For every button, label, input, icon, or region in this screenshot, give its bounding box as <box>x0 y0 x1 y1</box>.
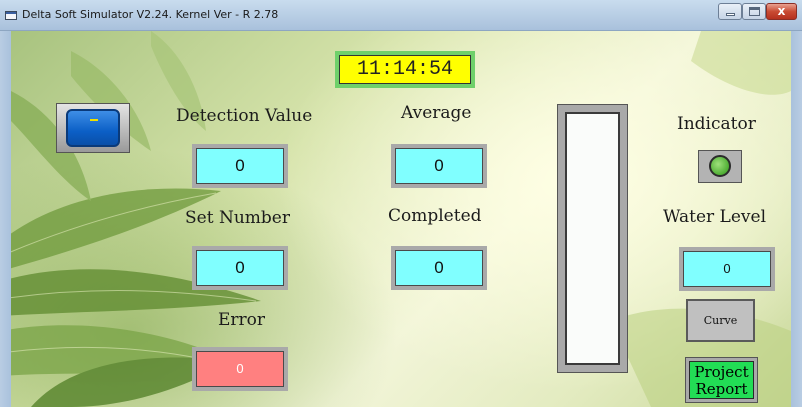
water-level-label: Water Level <box>663 207 767 227</box>
window-frame-right <box>791 31 802 407</box>
app-icon <box>5 11 17 20</box>
indicator-lamp-icon <box>709 155 731 177</box>
water-level-text: 0 <box>683 251 771 287</box>
start-button[interactable] <box>56 103 130 153</box>
close-icon[interactable]: x <box>766 3 797 20</box>
window-frame-left <box>0 31 11 407</box>
indicator-lamp-frame <box>698 150 742 183</box>
completed-display: 0 <box>391 246 487 290</box>
set-number-input[interactable]: 0 <box>192 246 288 290</box>
clock-display: 11:14:54 <box>335 51 475 88</box>
start-button-face <box>66 109 120 147</box>
detection-value-display: 0 <box>192 144 288 188</box>
maximize-icon[interactable] <box>742 3 766 20</box>
simulator-panel: 11:14:54 Detection Value Average Set Num… <box>11 31 791 407</box>
window-title-bar: Delta Soft Simulator V2.24. Kernel Ver -… <box>0 0 802 31</box>
set-number-text: 0 <box>196 250 284 286</box>
detection-value-label: Detection Value <box>176 106 313 126</box>
detection-value-text: 0 <box>196 148 284 184</box>
project-report-label-line2: Report <box>695 380 748 398</box>
minimize-icon[interactable] <box>718 3 742 20</box>
completed-label: Completed <box>388 206 482 226</box>
error-text: 0 <box>196 351 284 387</box>
average-display: 0 <box>391 144 487 188</box>
project-report-button[interactable]: Project Report <box>685 357 758 403</box>
curve-button[interactable]: Curve <box>686 299 755 342</box>
error-label: Error <box>218 310 266 330</box>
level-bar-tube <box>565 112 620 365</box>
close-glyph: x <box>777 4 786 18</box>
water-level-display: 0 <box>679 247 775 291</box>
set-number-label: Set Number <box>185 208 290 228</box>
level-bar-gauge <box>557 104 628 373</box>
average-text: 0 <box>395 148 483 184</box>
project-report-face: Project Report <box>689 361 754 399</box>
button-led-icon <box>90 119 98 121</box>
window-title: Delta Soft Simulator V2.24. Kernel Ver -… <box>22 8 279 21</box>
average-label: Average <box>401 103 472 123</box>
indicator-label: Indicator <box>677 114 756 134</box>
completed-text: 0 <box>395 250 483 286</box>
error-display: 0 <box>192 347 288 391</box>
project-report-label-line1: Project <box>694 363 749 381</box>
clock-time: 11:14:54 <box>339 55 471 84</box>
